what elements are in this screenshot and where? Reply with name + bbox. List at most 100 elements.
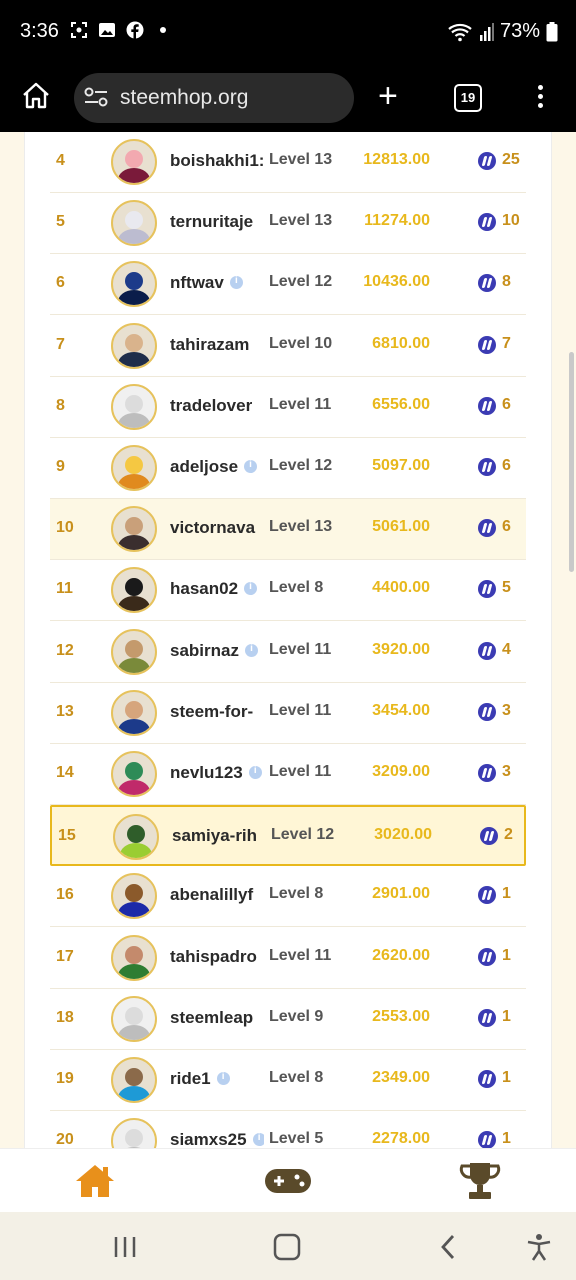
username-text: samiya-rih <box>172 826 258 846</box>
leaderboard-row[interactable]: 18 steemleap Level 9 2553.00 1 <box>50 989 526 1050</box>
leaderboard-row[interactable]: 20 siamxs25 Level 5 2278.00 1 <box>50 1111 526 1148</box>
score-value: 4400.00 <box>372 579 430 597</box>
verified-info-icon <box>244 459 258 473</box>
system-nav-bar <box>0 1212 576 1280</box>
username[interactable]: abenalillyf <box>170 885 264 905</box>
level-label: Level 10 <box>269 334 333 352</box>
leaderboard-row[interactable]: 14 nevlu123 Level 11 3209.00 3 <box>50 744 526 805</box>
coin-count: 1 <box>502 1130 511 1148</box>
level-label: Level 13 <box>269 212 333 230</box>
level-label: Level 11 <box>269 640 332 658</box>
browser-menu-icon[interactable] <box>532 82 548 116</box>
avatar[interactable] <box>111 873 157 920</box>
score-value: 2620.00 <box>372 946 430 964</box>
status-notification-icons <box>70 21 172 39</box>
verified-info-icon <box>252 1132 264 1147</box>
steem-icon <box>478 1070 496 1088</box>
leaderboard-row[interactable]: 10 victornava Level 13 5061.00 6 <box>50 499 526 561</box>
leaderboard-row[interactable]: 12 sabirnaz Level 11 3920.00 4 <box>50 622 526 683</box>
username[interactable]: tahispadro <box>170 947 264 967</box>
home-icon[interactable] <box>74 1163 116 1199</box>
rank-number: 10 <box>56 519 74 537</box>
avatar[interactable] <box>111 322 157 369</box>
username[interactable]: hasan02 <box>170 579 264 599</box>
level-label: Level 11 <box>269 701 332 719</box>
coin-count: 5 <box>502 579 511 597</box>
username[interactable]: boishakhi1: <box>170 151 264 171</box>
username[interactable]: sabirnaz <box>170 641 264 661</box>
avatar[interactable] <box>111 689 157 736</box>
username[interactable]: steem-for- <box>170 702 264 722</box>
username[interactable]: ternuritaje <box>170 212 264 232</box>
username[interactable]: tradelover <box>170 396 264 416</box>
site-settings-icon[interactable] <box>84 87 108 107</box>
bottom-nav <box>0 1148 576 1212</box>
leaderboard-row[interactable]: 13 steem-for- Level 11 3454.00 3 <box>50 683 526 744</box>
leaderboard-row[interactable]: 19 ride1 Level 8 2349.00 1 <box>50 1050 526 1111</box>
gamepad-icon[interactable] <box>264 1168 312 1194</box>
leaderboard-row[interactable]: 9 adeljose Level 12 5097.00 6 <box>50 438 526 499</box>
rank-number: 17 <box>56 947 74 965</box>
avatar[interactable] <box>111 383 157 430</box>
avatar[interactable] <box>111 506 157 553</box>
rank-number: 13 <box>56 702 74 720</box>
username[interactable]: nftwav <box>170 273 264 293</box>
leaderboard-row[interactable]: 11 hasan02 Level 8 4400.00 5 <box>50 560 526 622</box>
coin-count: 3 <box>502 701 511 719</box>
username-text: siamxs25 <box>170 1130 247 1148</box>
avatar[interactable] <box>111 751 157 797</box>
username[interactable]: tahirazam <box>170 335 264 355</box>
avatar[interactable] <box>111 261 157 308</box>
leaderboard-row[interactable]: 15 samiya-rih Level 12 3020.00 2 <box>50 805 526 867</box>
username[interactable]: ride1 <box>170 1069 264 1089</box>
username[interactable]: siamxs25 <box>170 1130 264 1148</box>
rank-number: 4 <box>56 152 65 169</box>
avatar[interactable] <box>111 934 157 981</box>
leaderboard-row[interactable]: 8 tradelover Level 11 6556.00 6 <box>50 377 526 438</box>
avatar[interactable] <box>113 814 159 861</box>
browser-home-icon[interactable] <box>20 80 52 112</box>
coin-count: 25 <box>502 151 520 168</box>
rank-number: 6 <box>56 274 65 292</box>
avatar[interactable] <box>111 445 157 491</box>
avatar[interactable] <box>111 567 157 614</box>
coin-count: 8 <box>502 273 511 291</box>
avatar[interactable] <box>111 1057 157 1103</box>
leaderboard-row[interactable]: 7 tahirazam Level 10 6810.00 7 <box>50 316 526 377</box>
leaderboard-row[interactable]: 6 nftwav Level 12 10436.00 8 <box>50 254 526 316</box>
username[interactable]: victornava <box>170 518 264 538</box>
avatar[interactable] <box>111 628 157 675</box>
username[interactable]: steemleap <box>170 1008 264 1028</box>
browser-toolbar: steemhop.org + 19 <box>0 64 576 132</box>
username-text: tahirazam <box>170 334 250 354</box>
rank-number: 9 <box>56 458 65 475</box>
recent-apps-icon[interactable] <box>110 1232 140 1262</box>
scrollbar[interactable] <box>569 352 574 572</box>
avatar[interactable] <box>111 139 157 185</box>
rank-number: 18 <box>56 1008 74 1026</box>
username[interactable]: nevlu123 <box>170 763 264 783</box>
leaderboard-row[interactable]: 4 boishakhi1: Level 13 12813.00 25 <box>50 132 526 193</box>
url-field[interactable]: steemhop.org <box>74 73 354 123</box>
new-tab-button[interactable]: + <box>378 76 398 116</box>
leaderboard-row[interactable]: 17 tahispadro Level 11 2620.00 1 <box>50 928 526 989</box>
trophy-icon[interactable] <box>458 1161 502 1201</box>
tab-switcher-button[interactable]: 19 <box>454 84 482 112</box>
rank-number: 5 <box>56 213 65 231</box>
username[interactable]: samiya-rih <box>172 826 266 846</box>
score-value: 3454.00 <box>372 701 430 719</box>
page-content[interactable]: 4 boishakhi1: Level 13 12813.00 25 5 ternurita… <box>0 132 576 1148</box>
system-home-icon[interactable] <box>272 1232 302 1262</box>
accessibility-icon[interactable] <box>524 1232 554 1262</box>
avatar[interactable] <box>111 995 157 1042</box>
username-text: tahispadro <box>170 946 257 966</box>
leaderboard-row[interactable]: 16 abenalillyf Level 8 2901.00 1 <box>50 866 526 928</box>
leaderboard-row[interactable]: 5 ternuritaje Level 13 11274.00 10 <box>50 193 526 255</box>
url-text: steemhop.org <box>120 86 249 109</box>
back-icon[interactable] <box>434 1232 464 1262</box>
score-value: 3209.00 <box>372 763 430 780</box>
username[interactable]: adeljose <box>170 457 264 477</box>
avatar[interactable] <box>111 1118 157 1148</box>
avatar[interactable] <box>111 200 157 247</box>
verified-info-icon <box>248 765 262 779</box>
